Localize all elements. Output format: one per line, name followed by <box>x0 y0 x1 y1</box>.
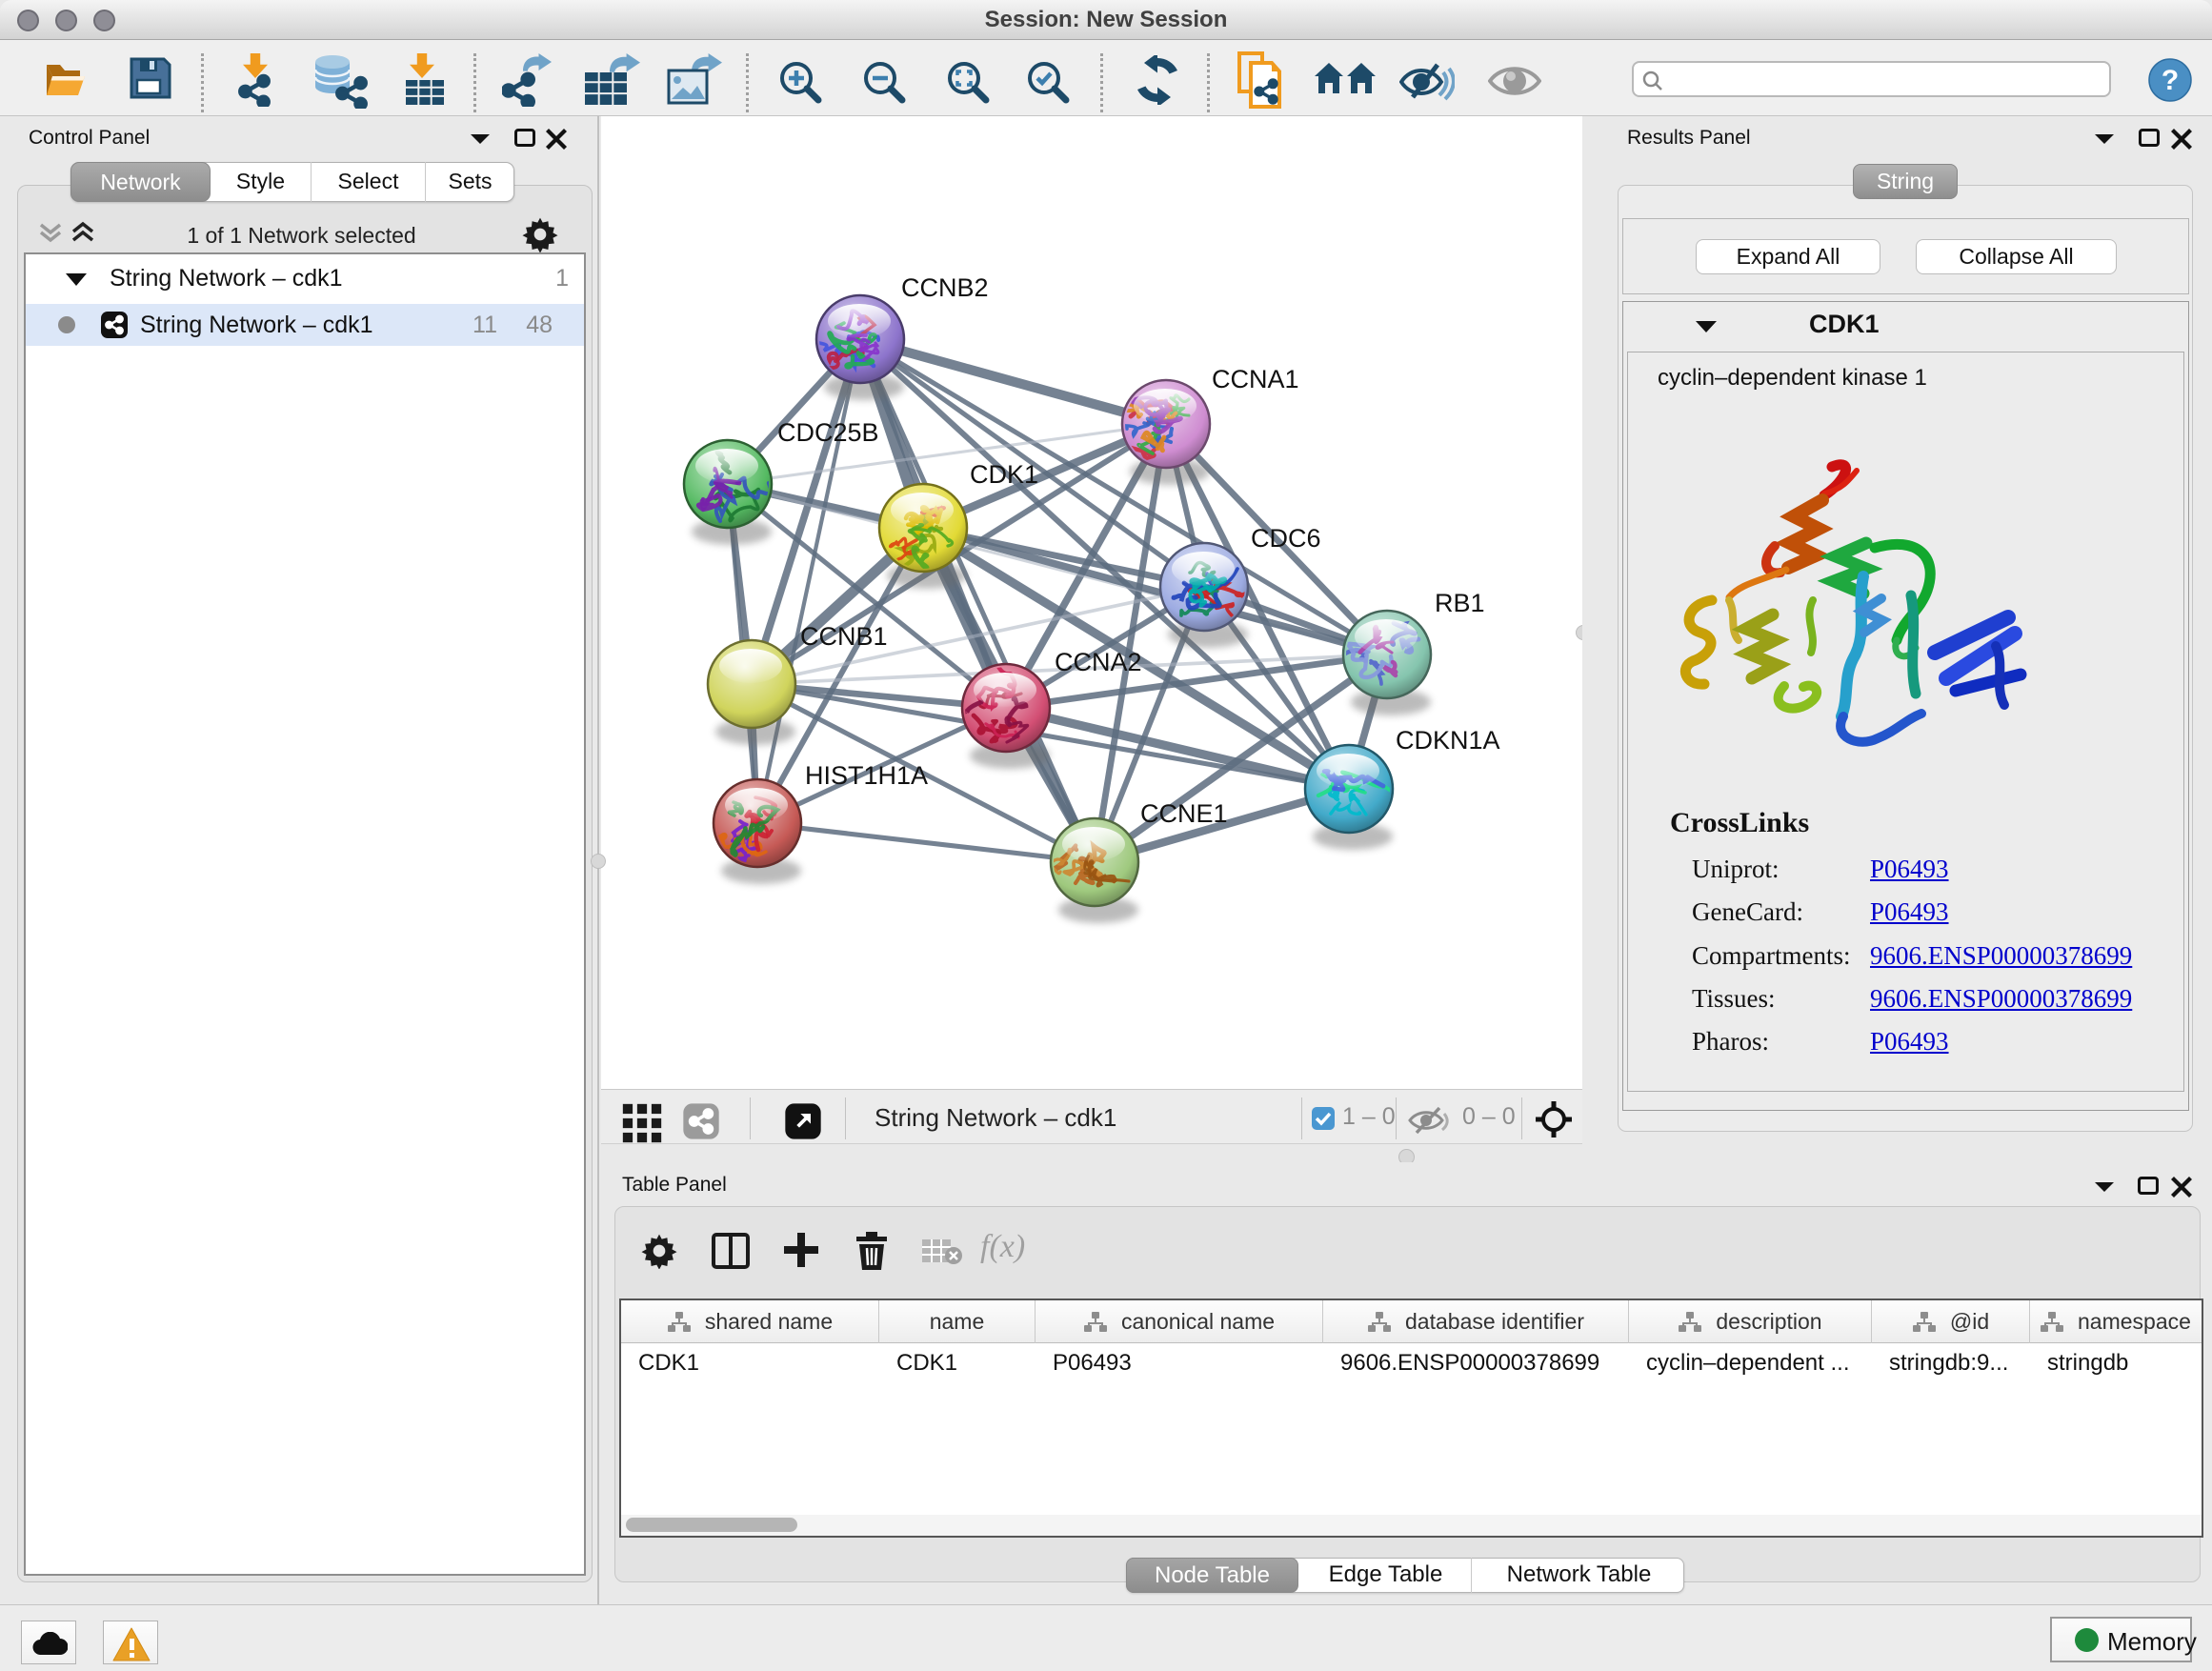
svg-text:CCNE1: CCNE1 <box>1140 799 1228 828</box>
svg-text:CDK1: CDK1 <box>970 460 1038 489</box>
svg-text:CCNA2: CCNA2 <box>1055 648 1142 676</box>
svg-text:?: ? <box>2162 65 2179 96</box>
svg-text:CDKN1A: CDKN1A <box>1396 726 1500 755</box>
svg-text:CCNA1: CCNA1 <box>1212 365 1299 393</box>
svg-text:CDC25B: CDC25B <box>777 418 879 447</box>
svg-text:HIST1H1A: HIST1H1A <box>805 761 928 790</box>
svg-text:CCNB2: CCNB2 <box>901 273 989 302</box>
svg-text:CDC6: CDC6 <box>1251 524 1321 553</box>
svg-text:CCNB1: CCNB1 <box>800 622 888 651</box>
svg-text:RB1: RB1 <box>1435 589 1485 617</box>
